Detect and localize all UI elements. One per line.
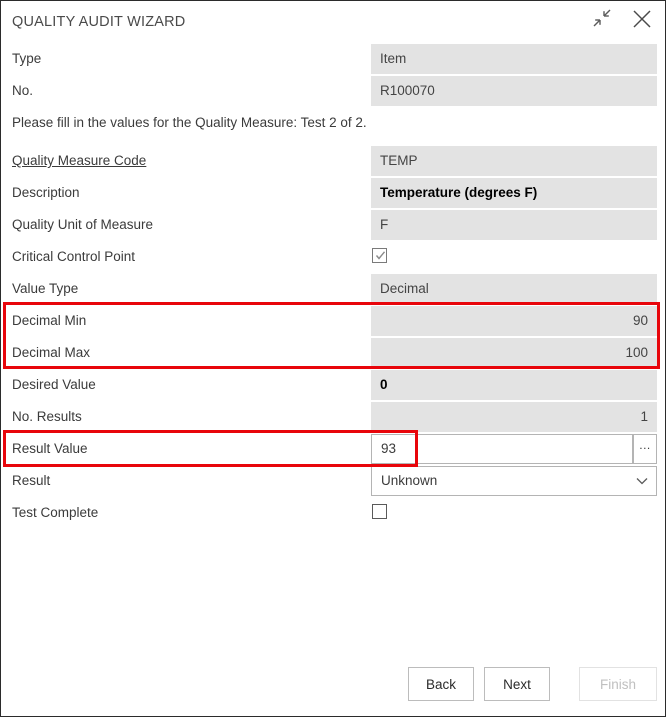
form-row-decimal-max: Decimal Max 100	[1, 337, 665, 369]
ellipsis-icon: ...	[639, 438, 651, 452]
no-results-value: 1	[640, 409, 648, 424]
label-no: No.	[12, 83, 34, 98]
chevron-down-icon[interactable]	[636, 477, 648, 485]
type-field[interactable]: Item	[371, 44, 657, 74]
form-row-description: Description Temperature (degrees F)	[1, 177, 665, 209]
form-area: Type Item No. R100070 Please fill in the…	[1, 43, 665, 529]
description-value: Temperature (degrees F)	[380, 185, 538, 200]
form-row-result: Result Unknown	[1, 465, 665, 497]
form-row-decimal-min: Decimal Min 90	[1, 305, 665, 337]
label-decimal-max: Decimal Max	[12, 345, 91, 360]
result-dropdown[interactable]: Unknown	[371, 466, 657, 496]
wizard-footer: Back Next Finish	[1, 667, 665, 707]
title-bar: QUALITY AUDIT WIZARD	[1, 1, 665, 43]
label-result-value: Result Value	[12, 441, 88, 456]
finish-button: Finish	[579, 667, 657, 701]
value-type-field[interactable]: Decimal	[371, 274, 657, 304]
shrink-diagonal-arrows-icon[interactable]	[585, 7, 619, 39]
form-row-value-type: Value Type Decimal	[1, 273, 665, 305]
form-row-test-complete: Test Complete	[1, 497, 665, 529]
decimal-min-field[interactable]: 90	[371, 306, 657, 336]
quality-audit-wizard-dialog: QUALITY AUDIT WIZARD Type Item No. R1000…	[0, 0, 666, 717]
test-complete-checkbox[interactable]	[372, 504, 387, 519]
next-button[interactable]: Next	[484, 667, 550, 701]
label-result: Result	[12, 473, 51, 488]
label-quality-unit-of-measure: Quality Unit of Measure	[12, 217, 154, 232]
result-value-assist-button[interactable]: ...	[633, 434, 657, 464]
label-value-type: Value Type	[12, 281, 79, 296]
quality-unit-of-measure-value: F	[380, 217, 389, 232]
desired-value-value: 0	[380, 377, 388, 392]
decimal-max-field[interactable]: 100	[371, 338, 657, 368]
label-desired-value: Desired Value	[12, 377, 96, 392]
quality-measure-code-value: TEMP	[380, 153, 418, 168]
form-row-quality-measure-code: Quality Measure Code TEMP	[1, 145, 665, 177]
critical-control-point-checkbox[interactable]	[372, 248, 387, 263]
form-row-no-results: No. Results 1	[1, 401, 665, 433]
form-row-type: Type Item	[1, 43, 665, 75]
form-row-desired-value: Desired Value 0	[1, 369, 665, 401]
label-decimal-min: Decimal Min	[12, 313, 87, 328]
form-row-quality-unit-of-measure: Quality Unit of Measure F	[1, 209, 665, 241]
value-type-value: Decimal	[380, 281, 429, 296]
form-row-result-value: Result Value 93 ...	[1, 433, 665, 465]
instruction-row: Please fill in the values for the Qualit…	[1, 107, 665, 139]
page-title: QUALITY AUDIT WIZARD	[12, 14, 186, 30]
no-results-field[interactable]: 1	[371, 402, 657, 432]
close-x-icon[interactable]	[625, 7, 659, 39]
type-value: Item	[380, 51, 407, 66]
quality-measure-code-field[interactable]: TEMP	[371, 146, 657, 176]
label-test-complete: Test Complete	[12, 505, 99, 520]
result-value-input[interactable]: 93	[371, 434, 633, 464]
checkmark-icon	[375, 251, 386, 260]
no-value: R100070	[380, 83, 435, 98]
label-type: Type	[12, 51, 42, 66]
label-critical-control-point: Critical Control Point	[12, 249, 136, 264]
label-quality-measure-code[interactable]: Quality Measure Code	[12, 153, 146, 168]
decimal-max-value: 100	[625, 345, 648, 360]
label-no-results: No. Results	[12, 409, 82, 424]
result-value: Unknown	[381, 473, 438, 488]
form-row-no: No. R100070	[1, 75, 665, 107]
description-field[interactable]: Temperature (degrees F)	[371, 178, 657, 208]
form-row-critical-control-point: Critical Control Point	[1, 241, 665, 273]
desired-value-field[interactable]: 0	[371, 370, 657, 400]
back-button[interactable]: Back	[408, 667, 474, 701]
instruction-text: Please fill in the values for the Qualit…	[12, 115, 367, 130]
quality-unit-of-measure-field[interactable]: F	[371, 210, 657, 240]
no-field[interactable]: R100070	[371, 76, 657, 106]
decimal-min-value: 90	[632, 313, 648, 328]
label-description: Description	[12, 185, 80, 200]
result-value-value: 93	[381, 441, 397, 456]
